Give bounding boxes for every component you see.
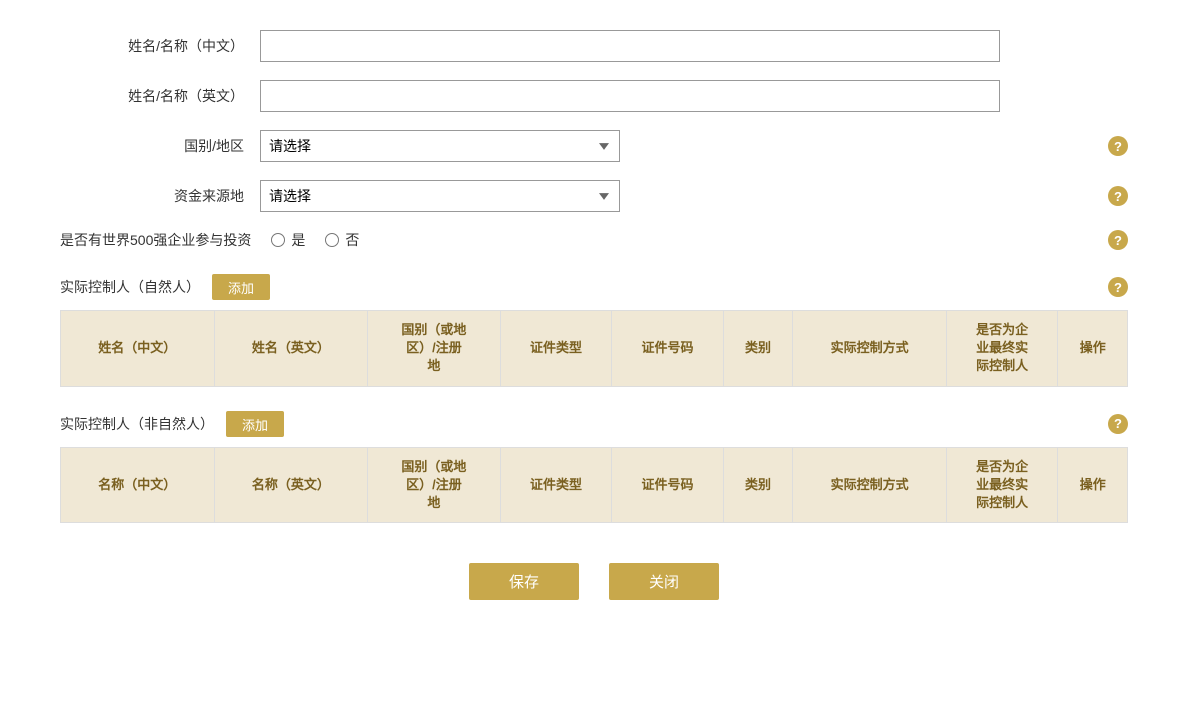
- section2-col-cert-no: 证件号码: [612, 447, 724, 523]
- section1-add-button[interactable]: 添加: [212, 274, 270, 300]
- country-select[interactable]: 请选择: [260, 130, 620, 162]
- fortune500-yes-option[interactable]: 是: [271, 230, 305, 250]
- section1-col-final-controller: 是否为企业最终实际控制人: [946, 311, 1058, 387]
- save-button[interactable]: 保存: [469, 563, 579, 600]
- button-row: 保存 关闭: [60, 563, 1128, 600]
- section2-col-action: 操作: [1058, 447, 1128, 523]
- section2-col-final-controller: 是否为企业最终实际控制人: [946, 447, 1058, 523]
- fund-source-select[interactable]: 请选择: [260, 180, 620, 212]
- section1-col-country: 国别（或地区）/注册地: [368, 311, 501, 387]
- name-cn-label: 姓名/名称（中文）: [60, 36, 260, 56]
- section2-col-category: 类别: [723, 447, 793, 523]
- country-label: 国别/地区: [60, 136, 260, 156]
- country-help-icon[interactable]: ?: [1108, 136, 1128, 156]
- section1-col-control-method: 实际控制方式: [793, 311, 947, 387]
- name-en-input[interactable]: [260, 80, 1000, 112]
- section2-col-country: 国别（或地区）/注册地: [368, 447, 501, 523]
- fortune500-no-label: 否: [345, 230, 359, 250]
- section2-col-control-method: 实际控制方式: [793, 447, 947, 523]
- section2-table: 名称（中文） 名称（英文） 国别（或地区）/注册地 证件类型 证件号码 类别 实…: [60, 447, 1128, 524]
- fortune500-help-icon[interactable]: ?: [1108, 230, 1128, 250]
- fortune500-yes-radio[interactable]: [271, 233, 285, 247]
- section1-col-name-en: 姓名（英文）: [214, 311, 368, 387]
- section1-table: 姓名（中文） 姓名（英文） 国别（或地区）/注册地 证件类型 证件号码 类别 实…: [60, 310, 1128, 387]
- name-cn-input[interactable]: [260, 30, 1000, 62]
- fortune500-radio-group: 是 否: [271, 230, 359, 250]
- section2-header: 实际控制人（非自然人） 添加 ?: [60, 411, 1128, 437]
- section2-col-name-en: 名称（英文）: [214, 447, 368, 523]
- section1-col-cert-type: 证件类型: [500, 311, 612, 387]
- section2-title: 实际控制人（非自然人）: [60, 414, 214, 434]
- name-en-label: 姓名/名称（英文）: [60, 86, 260, 106]
- section2-col-cert-type: 证件类型: [500, 447, 612, 523]
- fund-source-help-icon[interactable]: ?: [1108, 186, 1128, 206]
- section2-help-icon[interactable]: ?: [1108, 414, 1128, 434]
- section1-title: 实际控制人（自然人）: [60, 277, 200, 297]
- fortune500-no-option[interactable]: 否: [325, 230, 359, 250]
- section1-help-icon[interactable]: ?: [1108, 277, 1128, 297]
- fortune500-yes-label: 是: [291, 230, 305, 250]
- section1-col-action: 操作: [1058, 311, 1128, 387]
- fortune500-no-radio[interactable]: [325, 233, 339, 247]
- section1-col-cert-no: 证件号码: [612, 311, 724, 387]
- fortune500-label: 是否有世界500强企业参与投资: [60, 230, 271, 250]
- section1-header: 实际控制人（自然人） 添加 ?: [60, 274, 1128, 300]
- section2-col-name-cn: 名称（中文）: [61, 447, 215, 523]
- section1-col-category: 类别: [723, 311, 793, 387]
- section1-col-name-cn: 姓名（中文）: [61, 311, 215, 387]
- close-button[interactable]: 关闭: [609, 563, 719, 600]
- fund-source-label: 资金来源地: [60, 186, 260, 206]
- section2-add-button[interactable]: 添加: [226, 411, 284, 437]
